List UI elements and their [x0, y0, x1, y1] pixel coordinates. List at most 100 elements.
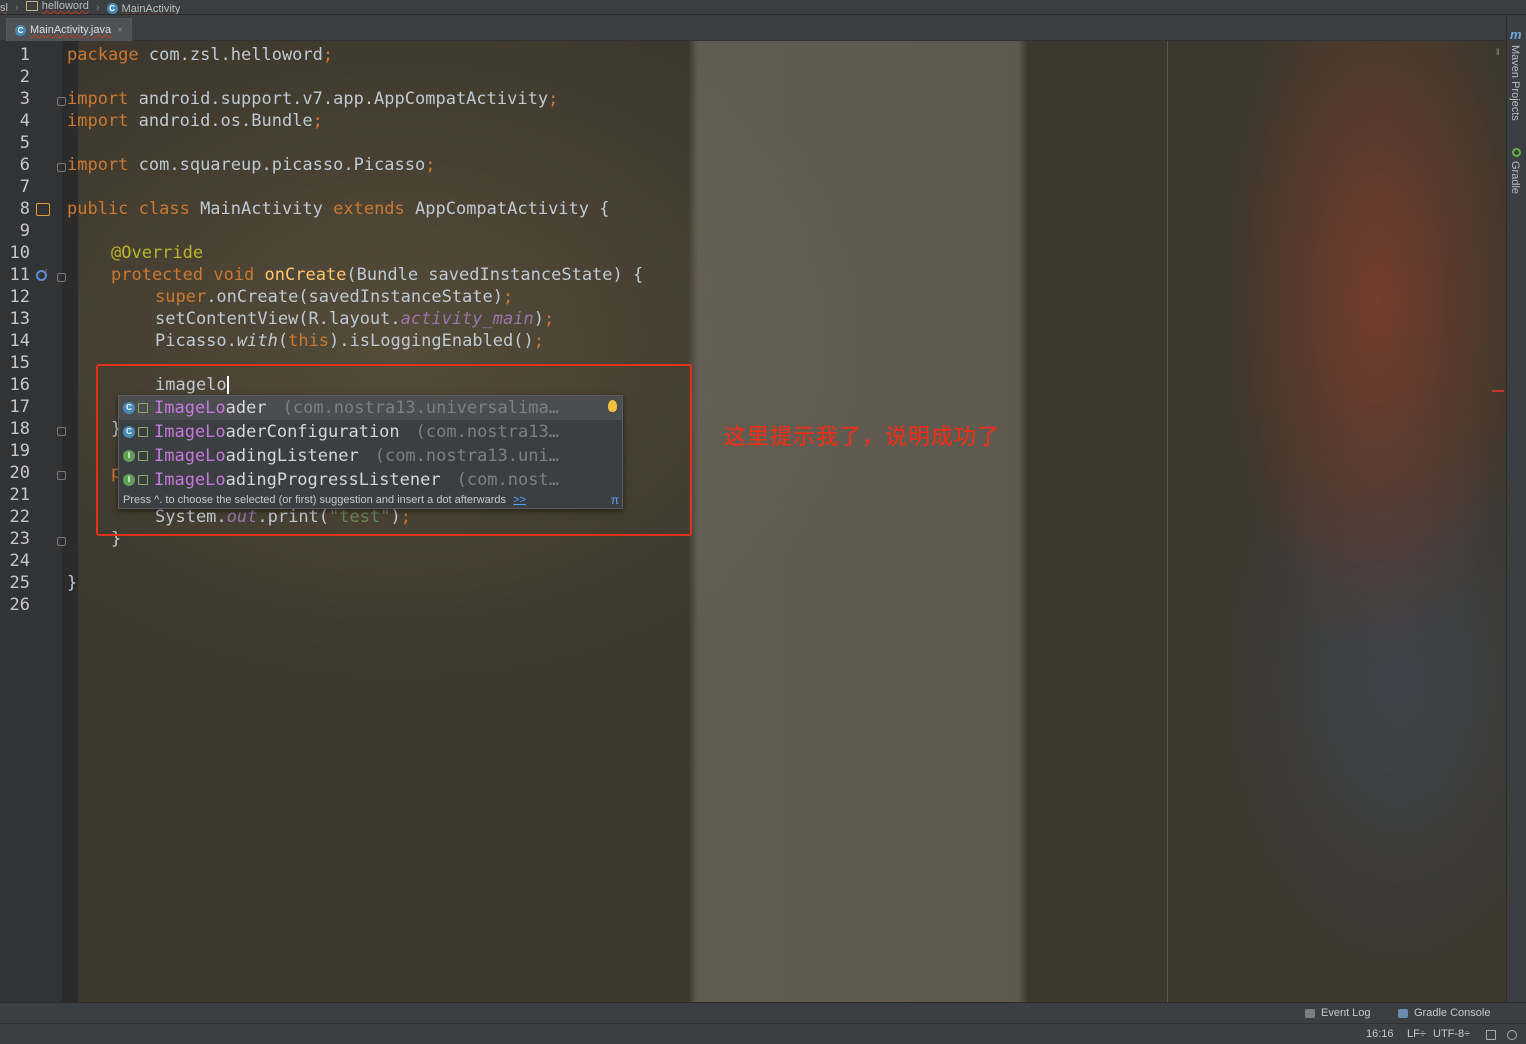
line-number: 9 [19, 221, 30, 241]
completion-name: ImageLoadingProgressListener [154, 470, 441, 490]
breadcrumb-separator: › [95, 2, 100, 14]
speech-bubble-icon [1305, 1008, 1315, 1018]
lock-icon [138, 427, 148, 437]
fold-toggle-icon[interactable] [57, 427, 66, 436]
code-line[interactable]: import android.support.v7.app.AppCompatA… [67, 88, 558, 110]
code-line[interactable]: @Override [111, 242, 203, 264]
completion-package: (com.nostra13.uni… [374, 446, 559, 466]
class-icon: C [15, 24, 26, 36]
line-separator[interactable]: LF÷ [1407, 1028, 1426, 1040]
lock-icon [138, 403, 148, 413]
keyword: public class [67, 199, 190, 219]
line-number: 22 [9, 507, 30, 527]
fold-toggle-icon[interactable] [57, 273, 66, 282]
code-line[interactable]: import com.squareup.picasso.Picasso; [67, 154, 435, 176]
fold-toggle-icon[interactable] [57, 537, 66, 546]
breadcrumb-item-class[interactable]: C MainActivity [106, 3, 180, 14]
completion-package: (com.nostra13.universalima… [282, 398, 559, 418]
completion-name: ImageLoadingListener [154, 446, 359, 466]
gradle-console-label: Gradle Console [1414, 1007, 1491, 1019]
line-number: 26 [9, 595, 30, 615]
completion-hint: Press ^. to choose the selected (or firs… [119, 492, 622, 508]
tab-label: MainActivity.java [30, 24, 112, 36]
interface-icon: I [123, 450, 135, 462]
lightbulb-icon[interactable] [608, 400, 617, 412]
code-text: ).isLoggingEnabled() [329, 331, 534, 351]
class-icon: C [123, 426, 135, 438]
semicolon: ; [533, 331, 544, 351]
completion-item[interactable]: C ImageLoaderConfiguration (com.nostra13… [119, 420, 622, 444]
code-line[interactable]: package com.zsl.helloword; [67, 44, 333, 66]
code-line[interactable]: Picasso.with(this).isLoggingEnabled(); [155, 330, 544, 352]
semicolon: ; [503, 287, 514, 307]
gradle-tab[interactable]: Gradle [1509, 161, 1521, 194]
code-line[interactable]: } [67, 572, 77, 594]
completion-hint-text: Press ^. to choose the selected (or firs… [123, 494, 507, 506]
completion-rest: adingListener [225, 446, 359, 466]
keyword: import [67, 111, 129, 131]
lock-icon[interactable] [1486, 1030, 1496, 1040]
line-number: 6 [19, 155, 30, 175]
console-icon [1398, 1008, 1408, 1018]
error-stripe-marker[interactable] [1492, 390, 1504, 392]
completion-match: ImageLo [154, 422, 226, 442]
completion-hint-link[interactable]: >> [513, 494, 526, 506]
breadcrumb: sl › helloword › C MainActivity [0, 0, 1526, 15]
maven-icon[interactable]: m [1510, 27, 1522, 42]
breadcrumb-item-module[interactable]: sl [0, 2, 8, 14]
keyword: this [288, 331, 330, 351]
gradle-console-button[interactable]: Gradle Console [1398, 1007, 1490, 1019]
code-text: AppCompatActivity { [404, 199, 610, 219]
event-log-button[interactable]: Event Log [1305, 1007, 1371, 1019]
breadcrumb-item-package[interactable]: helloword [25, 0, 89, 12]
maven-projects-tab[interactable]: Maven Projects [1509, 45, 1521, 121]
code-completion-popup[interactable]: C ImageLoader (com.nostra13.universalima… [118, 395, 623, 509]
completion-item[interactable]: I ImageLoadingListener (com.nostra13.uni… [119, 444, 622, 468]
folder-icon [25, 1, 38, 11]
code-text: com.zsl.helloword [138, 45, 323, 65]
gradle-icon [1512, 148, 1521, 157]
keyword: import [67, 89, 129, 109]
scroll-marker-icon: ‖ [1496, 47, 1500, 57]
line-number: 21 [9, 485, 30, 505]
completion-item[interactable]: C ImageLoader (com.nostra13.universalima… [119, 396, 622, 420]
completion-name: ImageLoader [154, 398, 267, 418]
code-line[interactable]: import android.os.Bundle; [67, 110, 323, 132]
right-tool-strip: m Maven Projects Gradle [1506, 15, 1526, 1003]
code-line[interactable]: public class MainActivity extends AppCom… [67, 198, 609, 220]
annotation: @Override [111, 243, 204, 263]
event-log-label: Event Log [1321, 1007, 1371, 1019]
cursor-position[interactable]: 16:16 [1366, 1028, 1394, 1040]
fold-toggle-icon[interactable] [57, 471, 66, 480]
arrow-up-icon: ↑ [44, 266, 49, 276]
code-text: Picasso. [155, 331, 237, 351]
pi-icon[interactable]: π [611, 492, 619, 508]
line-number: 2 [19, 67, 30, 87]
keyword: package [67, 45, 139, 65]
code-editor[interactable]: ‖ 1 2 3 4 5 6 7 8 9 10 11 12 13 14 15 16… [0, 41, 1506, 1002]
close-icon[interactable]: × [117, 25, 123, 36]
line-number: 16 [9, 375, 30, 395]
class-icon: C [106, 3, 118, 14]
tab-mainactivity-java[interactable]: C MainActivity.java × [6, 18, 132, 41]
semicolon: ; [425, 155, 436, 175]
code-line[interactable]: protected void onCreate(Bundle savedInst… [111, 264, 643, 286]
run-class-icon[interactable] [36, 203, 50, 216]
line-number: 13 [9, 309, 30, 329]
semicolon: ; [312, 111, 323, 131]
keyword: extends [333, 199, 405, 219]
lock-icon [138, 475, 148, 485]
inspector-icon[interactable] [1507, 1030, 1517, 1040]
line-number: 17 [9, 397, 30, 417]
line-number: 7 [19, 177, 30, 197]
fold-toggle-icon[interactable] [57, 97, 66, 106]
code-line[interactable]: setContentView(R.layout.activity_main); [155, 308, 554, 330]
fold-toggle-icon[interactable] [57, 163, 66, 172]
line-number: 10 [9, 243, 30, 263]
code-text: MainActivity [189, 199, 334, 219]
completion-item[interactable]: I ImageLoadingProgressListener (com.nost… [119, 468, 622, 492]
file-encoding[interactable]: UTF-8÷ [1433, 1028, 1470, 1040]
code-line[interactable]: super.onCreate(savedInstanceState); [155, 286, 513, 308]
annotation-note: 这里提示我了，说明成功了 [724, 425, 1001, 450]
line-number: 3 [19, 89, 30, 109]
